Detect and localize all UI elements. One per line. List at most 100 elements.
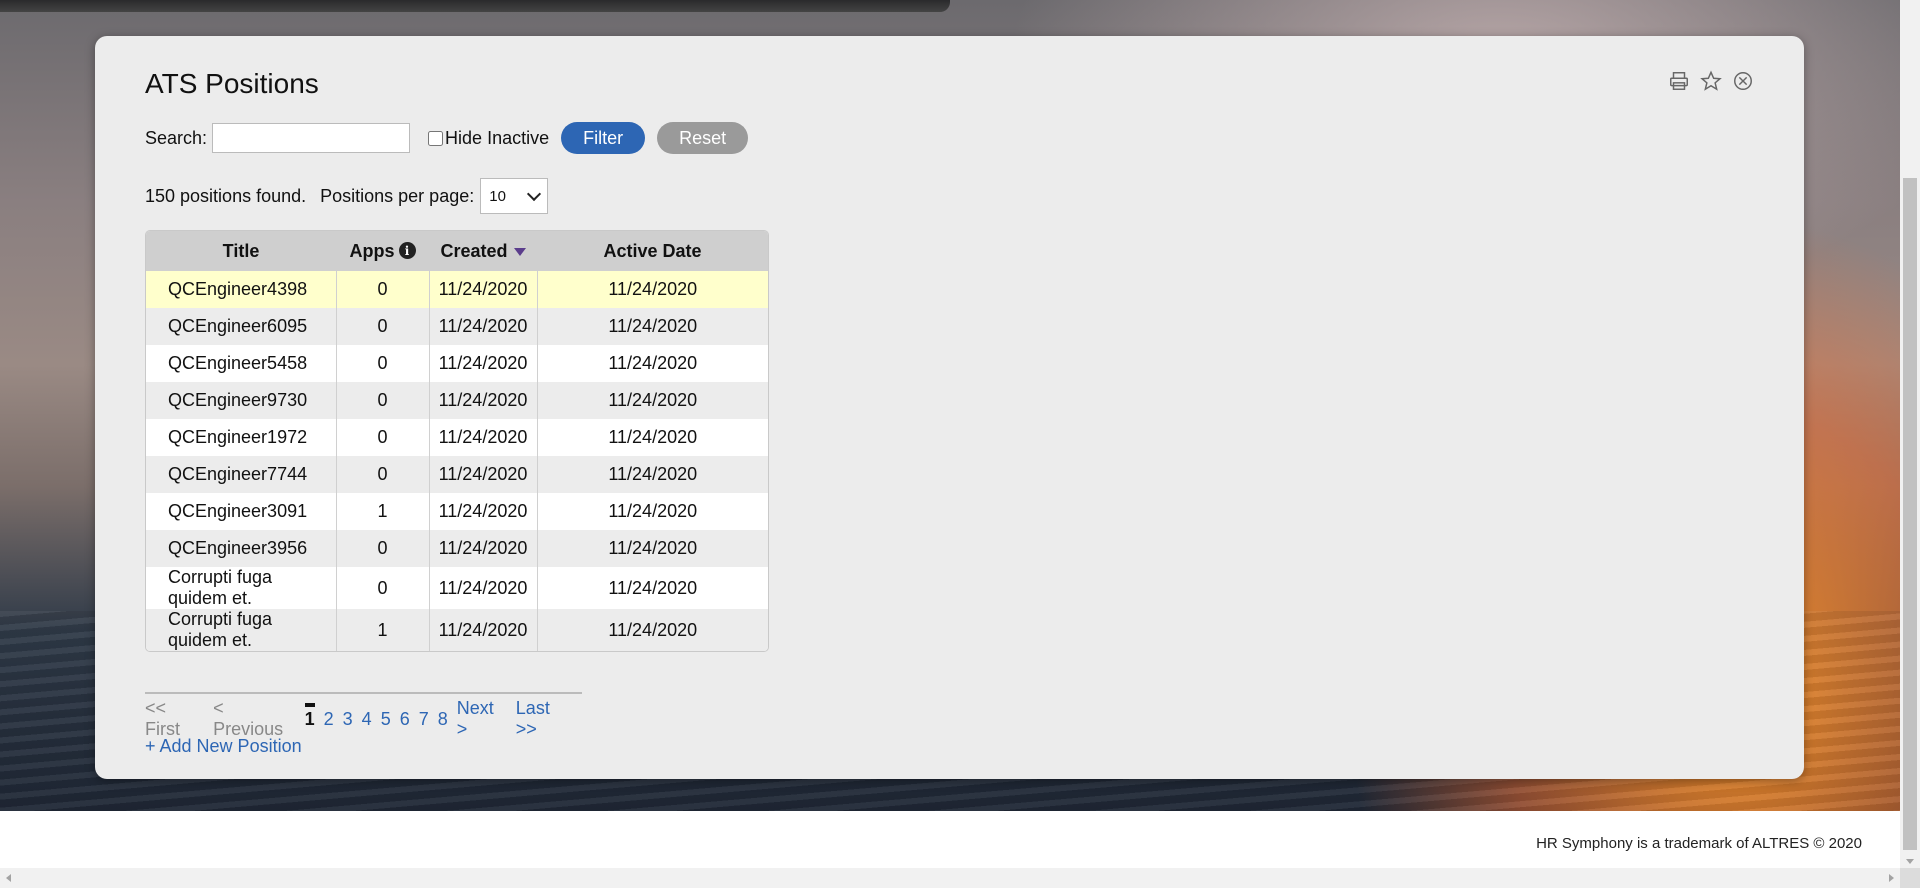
table-header-row: Title Apps i Created Active Date xyxy=(146,231,768,271)
cell-apps: 0 xyxy=(335,530,429,567)
pager-page-link[interactable]: 3 xyxy=(343,709,353,729)
cell-apps: 0 xyxy=(335,419,429,456)
cell-apps: 1 xyxy=(335,493,429,530)
filter-button[interactable]: Filter xyxy=(561,122,646,154)
cell-created: 11/24/2020 xyxy=(428,271,537,308)
search-label: Search: xyxy=(145,127,208,148)
cell-title: QCEngineer6095 xyxy=(146,308,336,345)
cell-active-date: 11/24/2020 xyxy=(536,271,768,308)
cell-active-date: 11/24/2020 xyxy=(536,308,768,345)
hide-inactive-label: Hide Inactive xyxy=(445,127,550,148)
pager-page-link[interactable]: 5 xyxy=(381,709,391,729)
cell-title: QCEngineer9730 xyxy=(146,382,336,419)
cell-created: 11/24/2020 xyxy=(428,345,537,382)
cell-title: QCEngineer4398 xyxy=(146,271,336,308)
cell-active-date: 11/24/2020 xyxy=(536,609,768,651)
table-row[interactable]: QCEngineer6095 0 11/24/2020 11/24/2020 xyxy=(146,308,768,345)
cell-apps: 0 xyxy=(335,271,429,308)
cell-active-date: 11/24/2020 xyxy=(536,493,768,530)
table-row[interactable]: QCEngineer7744 0 11/24/2020 11/24/2020 xyxy=(146,456,768,493)
table-row[interactable]: QCEngineer3091 1 11/24/2020 11/24/2020 xyxy=(146,493,768,530)
pagination: << First < Previous 1 2345678 Next > Las… xyxy=(145,692,582,740)
table-row[interactable]: Corrupti fuga quidem et. 1 11/24/2020 11/24… xyxy=(146,609,768,651)
table-row[interactable]: QCEngineer5458 0 11/24/2020 11/24/2020 xyxy=(146,345,768,382)
reset-button[interactable]: Reset xyxy=(657,122,749,154)
pager-pages: 2345678 xyxy=(324,709,457,730)
pager-previous: < Previous xyxy=(213,698,284,739)
column-header-created[interactable]: Created xyxy=(429,231,537,271)
pager-next[interactable]: Next > xyxy=(457,698,507,740)
per-page-value: 10 xyxy=(489,187,506,205)
cell-title: Corrupti fuga quidem et. xyxy=(146,609,336,651)
horizontal-scrollbar[interactable] xyxy=(0,868,1900,888)
sort-descending-icon xyxy=(513,247,526,256)
cell-apps: 0 xyxy=(335,456,429,493)
positions-panel: ATS Positions Search: Hide Inactive Filt… xyxy=(95,36,1804,779)
cell-title: QCEngineer7744 xyxy=(146,456,336,493)
cell-title: QCEngineer3956 xyxy=(146,530,336,567)
per-page-label: Positions per page: xyxy=(320,185,475,206)
results-count: 150 positions found. xyxy=(145,185,307,206)
chevron-down-icon xyxy=(527,186,542,202)
cell-created: 11/24/2020 xyxy=(428,609,537,651)
vertical-scrollbar[interactable] xyxy=(1900,0,1920,868)
cell-title: QCEngineer3091 xyxy=(146,493,336,530)
cell-created: 11/24/2020 xyxy=(428,308,537,345)
cell-apps: 0 xyxy=(335,308,429,345)
printer-icon[interactable] xyxy=(1668,70,1690,92)
close-circle-icon[interactable] xyxy=(1732,70,1754,92)
table-row[interactable]: QCEngineer3956 0 11/24/2020 11/24/2020 xyxy=(146,530,768,567)
scrollbar-thumb[interactable] xyxy=(1903,178,1917,850)
pager-first: << First xyxy=(145,698,180,739)
per-page-select[interactable]: 10 xyxy=(480,178,549,214)
column-header-title[interactable]: Title xyxy=(146,231,336,271)
cell-created: 11/24/2020 xyxy=(428,419,537,456)
pager-page-link[interactable]: 2 xyxy=(324,709,334,729)
scroll-down-icon[interactable] xyxy=(1906,859,1914,864)
cell-active-date: 11/24/2020 xyxy=(536,419,768,456)
cell-apps: 1 xyxy=(335,609,429,651)
cell-active-date: 11/24/2020 xyxy=(536,382,768,419)
search-input[interactable] xyxy=(212,123,411,153)
cell-created: 11/24/2020 xyxy=(428,567,537,609)
top-bar xyxy=(0,0,950,12)
pager-current-page: 1 xyxy=(304,702,315,730)
table-row[interactable]: QCEngineer4398 0 11/24/2020 11/24/2020 xyxy=(146,271,768,308)
footer-text: HR Symphony is a trademark of ALTRES © 2… xyxy=(1536,835,1862,852)
column-header-apps[interactable]: Apps i xyxy=(336,231,429,271)
table-row[interactable]: QCEngineer9730 0 11/24/2020 11/24/2020 xyxy=(146,382,768,419)
info-icon[interactable]: i xyxy=(398,242,416,259)
table-row[interactable]: Corrupti fuga quidem et. 0 11/24/2020 11/24… xyxy=(146,567,768,609)
cell-apps: 0 xyxy=(335,345,429,382)
pager-page-link[interactable]: 4 xyxy=(362,709,372,729)
pager-page-link[interactable]: 7 xyxy=(419,709,429,729)
hide-inactive-toggle[interactable]: Hide Inactive xyxy=(428,128,549,149)
search-row: Search: Hide Inactive Filter Reset xyxy=(145,122,749,154)
pager-last[interactable]: Last >> xyxy=(516,698,573,740)
cell-title: QCEngineer5458 xyxy=(146,345,336,382)
cell-active-date: 11/24/2020 xyxy=(536,530,768,567)
pager-page-link[interactable]: 8 xyxy=(438,709,448,729)
results-summary: 150 positions found. Positions per page:… xyxy=(145,178,549,214)
column-header-active-date[interactable]: Active Date xyxy=(537,231,768,271)
table-row[interactable]: QCEngineer1972 0 11/24/2020 11/24/2020 xyxy=(146,419,768,456)
hide-inactive-checkbox[interactable] xyxy=(428,130,444,146)
scroll-right-icon[interactable] xyxy=(1889,874,1894,882)
cell-title: QCEngineer1972 xyxy=(146,419,336,456)
window-actions xyxy=(1668,70,1754,92)
scroll-left-icon[interactable] xyxy=(6,874,11,882)
page-title: ATS Positions xyxy=(145,68,319,99)
cell-title: Corrupti fuga quidem et. xyxy=(146,567,336,609)
cell-created: 11/24/2020 xyxy=(428,530,537,567)
cell-active-date: 11/24/2020 xyxy=(536,567,768,609)
positions-table: Title Apps i Created Active Date QCEngine… xyxy=(145,230,769,652)
cell-apps: 0 xyxy=(335,567,429,609)
cell-apps: 0 xyxy=(335,382,429,419)
footer: HR Symphony is a trademark of ALTRES © 2… xyxy=(0,811,1900,868)
star-icon[interactable] xyxy=(1700,70,1722,92)
cell-created: 11/24/2020 xyxy=(428,456,537,493)
cell-created: 11/24/2020 xyxy=(428,382,537,419)
pager-page-link[interactable]: 6 xyxy=(400,709,410,729)
cell-active-date: 11/24/2020 xyxy=(536,345,768,382)
add-new-position-link[interactable]: + Add New Position xyxy=(145,736,302,757)
